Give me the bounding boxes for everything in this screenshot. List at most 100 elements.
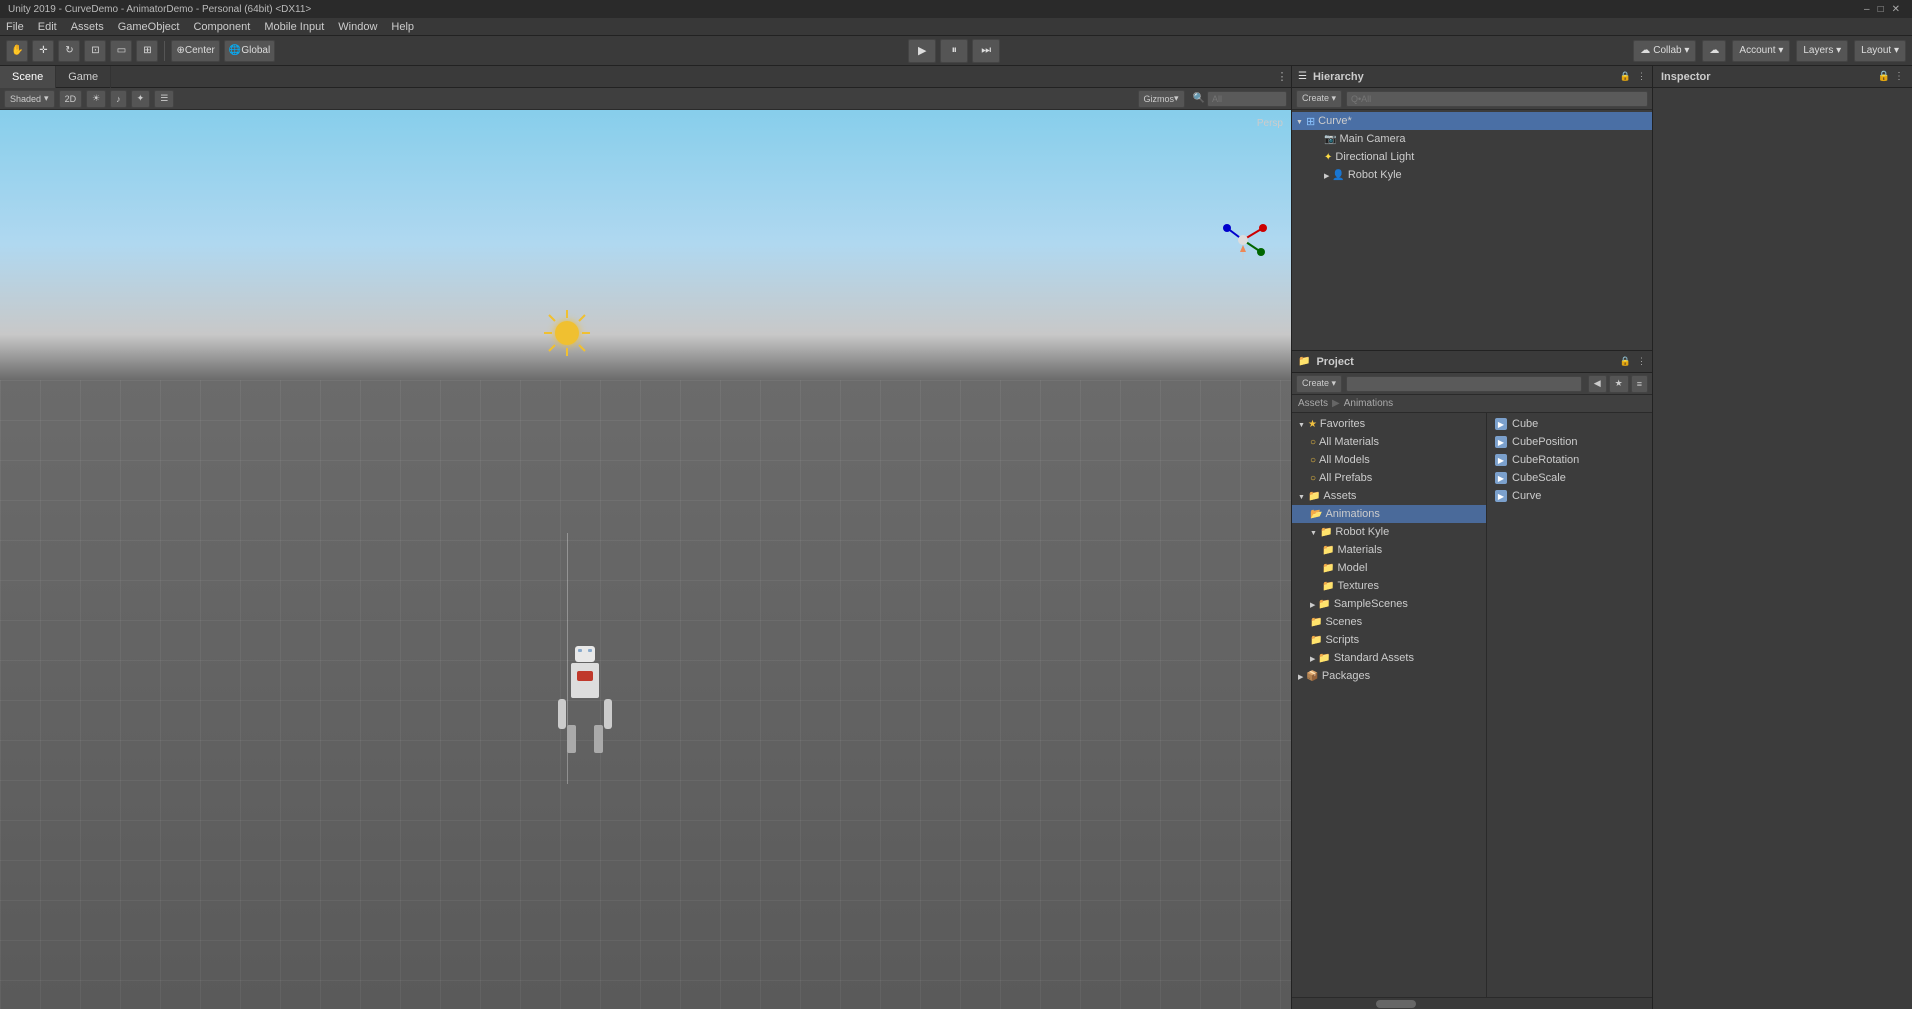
lighting-btn[interactable]: ☀ [86, 90, 106, 108]
hierarchy-header: ☰ Hierarchy 🔒 ⋮ [1292, 66, 1652, 88]
tree-all-materials[interactable]: ○ All Materials [1292, 433, 1486, 451]
menu-gameobject[interactable]: GameObject [118, 21, 180, 33]
effects-btn[interactable]: ✦ [131, 90, 151, 108]
tree-all-prefabs[interactable]: ○ All Prefabs [1292, 469, 1486, 487]
menu-help[interactable]: Help [391, 21, 414, 33]
scene-search-input[interactable] [1207, 91, 1287, 107]
menu-window[interactable]: Window [338, 21, 377, 33]
title-bar: Unity 2019 - CurveDemo - AnimatorDemo - … [0, 0, 1912, 18]
hierarchy-search-input[interactable] [1346, 91, 1648, 107]
toolbar-center: ▶ ⏸ ⏭ [279, 39, 1629, 63]
scrollbar-thumb[interactable] [1376, 1000, 1416, 1008]
pause-btn[interactable]: ⏸ [940, 39, 968, 63]
tree-assets[interactable]: 📁 Assets [1292, 487, 1486, 505]
inspector-lock-icon[interactable]: 🔒 [1878, 71, 1890, 82]
hand-tool-btn[interactable]: ✋ [6, 40, 28, 62]
gizmos-chevron-icon: ▾ [1174, 93, 1179, 104]
menu-assets[interactable]: Assets [71, 21, 104, 33]
asset-cube-scale[interactable]: ▶ CubeScale [1491, 469, 1648, 487]
project-nav-fwd-btn[interactable]: ★ [1609, 375, 1629, 393]
gizmos-btn[interactable]: Gizmos ▾ [1138, 90, 1185, 108]
inspector-menu-icon[interactable]: ⋮ [1894, 71, 1904, 82]
win-close-btn[interactable]: ✕ [1892, 4, 1900, 15]
shading-mode-btn[interactable]: Shaded ▾ [4, 90, 55, 108]
cube-rotation-asset-label: CubeRotation [1512, 454, 1579, 466]
menu-edit[interactable]: Edit [38, 21, 57, 33]
project-view-btn[interactable]: ≡ [1631, 375, 1648, 393]
project-lock-icon[interactable]: 🔒 [1620, 356, 1631, 367]
cube-scale-asset-label: CubeScale [1512, 472, 1566, 484]
project-scrollbar[interactable] [1292, 997, 1652, 1009]
menu-component[interactable]: Component [193, 21, 250, 33]
hierarchy-icon: ☰ [1298, 71, 1307, 82]
tree-scripts[interactable]: 📁 Scripts [1292, 631, 1486, 649]
project-nav-back-btn[interactable]: ◀ [1588, 375, 1607, 393]
tree-scenes[interactable]: 📁 Scenes [1292, 613, 1486, 631]
project-search-input[interactable] [1346, 376, 1582, 392]
audio-btn[interactable]: ♪ [110, 90, 127, 108]
scene-panel: Scene Game ⋮ Shaded ▾ 2D ☀ ♪ ✦ ☰ Gizmos … [0, 66, 1292, 1009]
tree-animations[interactable]: 📂 Animations [1292, 505, 1486, 523]
hidden-btn[interactable]: ☰ [154, 90, 174, 108]
win-max-btn[interactable]: □ [1878, 4, 1884, 15]
breadcrumb-animations[interactable]: Animations [1344, 398, 1393, 409]
move-tool-btn[interactable]: ✛ [32, 40, 54, 62]
asset-cube[interactable]: ▶ Cube [1491, 415, 1648, 433]
menu-file[interactable]: File [6, 21, 24, 33]
rect-tool-btn[interactable]: ▭ [110, 40, 132, 62]
tree-packages[interactable]: 📦 Packages [1292, 667, 1486, 685]
tree-textures[interactable]: 📁 Textures [1292, 577, 1486, 595]
tree-all-models[interactable]: ○ All Models [1292, 451, 1486, 469]
scene-panel-menu-btn[interactable]: ⋮ [1273, 68, 1291, 86]
scale-tool-btn[interactable]: ⊡ [84, 40, 106, 62]
scene-viewport[interactable]: Persp [0, 110, 1291, 1009]
tree-favorites[interactable]: ★ Favorites [1292, 415, 1486, 433]
multi-tool-btn[interactable]: ⊞ [136, 40, 158, 62]
textures-folder-icon: 📁 [1322, 581, 1334, 592]
hierarchy-create-btn[interactable]: Create ▾ [1296, 90, 1342, 108]
hierarchy-scene-root[interactable]: ⊞ Curve* [1292, 112, 1652, 130]
favorites-star-icon: ★ [1308, 419, 1317, 430]
win-min-btn[interactable]: – [1864, 4, 1870, 15]
tab-game[interactable]: Game [56, 66, 111, 88]
tree-robot-kyle[interactable]: 📁 Robot Kyle [1292, 523, 1486, 541]
robot-expand-icon [1324, 169, 1329, 181]
favorites-expand-icon [1298, 418, 1305, 430]
tab-scene[interactable]: Scene [0, 66, 56, 88]
scenes-folder-icon: 📁 [1310, 617, 1322, 628]
main-toolbar: ✋ ✛ ↻ ⊡ ▭ ⊞ ⊕ Center 🌐 Global ▶ ⏸ ⏭ ☁ Co… [0, 36, 1912, 66]
robot-head [575, 646, 595, 662]
play-btn[interactable]: ▶ [908, 39, 936, 63]
scene-expand-icon [1296, 115, 1303, 127]
tree-standard-assets[interactable]: 📁 Standard Assets [1292, 649, 1486, 667]
inspector-content [1653, 88, 1912, 1009]
all-materials-label: All Materials [1319, 436, 1379, 448]
project-create-btn[interactable]: Create ▾ [1296, 375, 1342, 393]
layout-btn[interactable]: Layout ▾ [1854, 40, 1906, 62]
pivot-btn[interactable]: ⊕ Center [171, 40, 219, 62]
cloud-btn[interactable]: ☁ [1702, 40, 1726, 62]
asset-curve[interactable]: ▶ Curve [1491, 487, 1648, 505]
step-btn[interactable]: ⏭ [972, 39, 1000, 63]
2d-btn[interactable]: 2D [59, 90, 83, 108]
layers-btn[interactable]: Layers ▾ [1796, 40, 1848, 62]
hierarchy-item-robot-kyle[interactable]: 👤 Robot Kyle [1292, 166, 1652, 184]
breadcrumb-assets[interactable]: Assets [1298, 398, 1328, 409]
tree-model[interactable]: 📁 Model [1292, 559, 1486, 577]
account-btn[interactable]: Account ▾ [1732, 40, 1790, 62]
asset-cube-rotation[interactable]: ▶ CubeRotation [1491, 451, 1648, 469]
project-header: 📁 Project 🔒 ⋮ [1292, 351, 1652, 373]
project-menu-icon[interactable]: ⋮ [1637, 356, 1646, 367]
tree-materials[interactable]: 📁 Materials [1292, 541, 1486, 559]
hierarchy-item-directional-light[interactable]: ✦ Directional Light [1292, 148, 1652, 166]
hierarchy-menu-icon[interactable]: ⋮ [1637, 71, 1646, 82]
collab-btn[interactable]: ☁ Collab ▾ [1633, 40, 1696, 62]
global-btn[interactable]: 🌐 Global [224, 40, 275, 62]
tree-sample-scenes[interactable]: 📁 SampleScenes [1292, 595, 1486, 613]
menu-mobile-input[interactable]: Mobile Input [264, 21, 324, 33]
rotate-tool-btn[interactable]: ↻ [58, 40, 80, 62]
asset-cube-position[interactable]: ▶ CubePosition [1491, 433, 1648, 451]
hierarchy-item-main-camera[interactable]: 📷 Main Camera [1292, 130, 1652, 148]
curve-asset-label: Curve [1512, 490, 1541, 502]
hierarchy-lock-icon[interactable]: 🔒 [1620, 71, 1631, 82]
